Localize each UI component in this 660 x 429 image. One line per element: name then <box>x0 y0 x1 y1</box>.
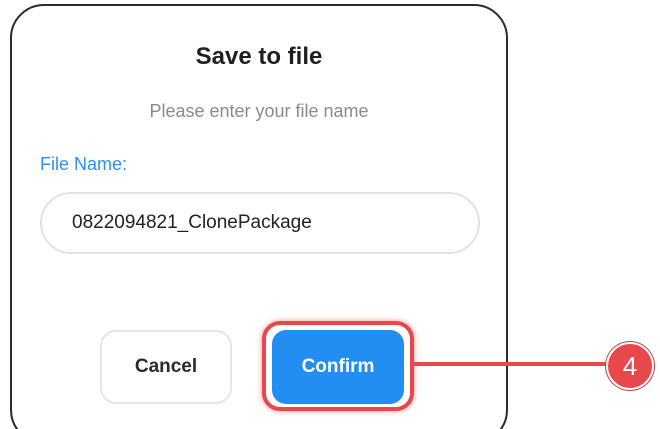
file-name-input[interactable]: 0822094821_ClonePackage <box>40 192 480 254</box>
cancel-button[interactable]: Cancel <box>100 330 232 404</box>
callout-line <box>414 362 612 366</box>
file-name-label: File Name: <box>40 154 128 174</box>
dialog-subtitle: Please enter your file name <box>149 101 369 121</box>
dialog-title: Save to file <box>195 43 323 70</box>
step-number-badge: 4 <box>606 342 654 390</box>
confirm-button[interactable]: Confirm <box>272 330 404 404</box>
screenshot-stage: Save to file Please enter your file name… <box>0 0 660 429</box>
